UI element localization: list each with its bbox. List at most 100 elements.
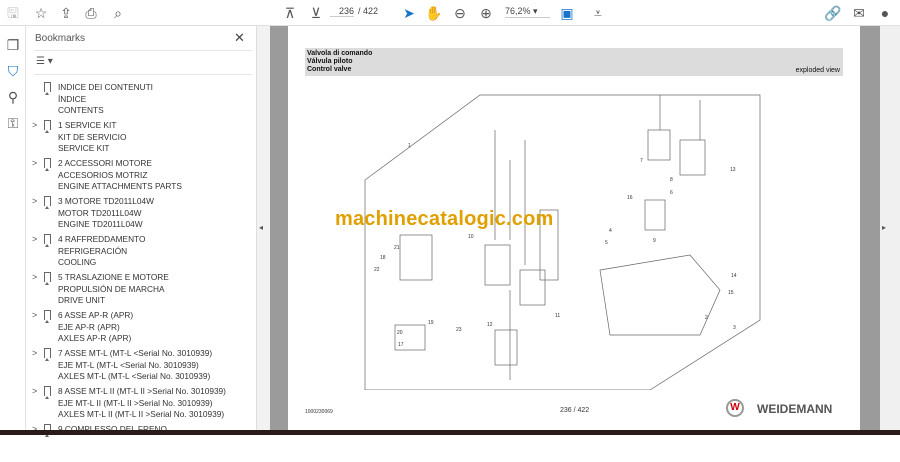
attachments-icon[interactable]: ⚲	[4, 88, 22, 106]
bookmark-flag-icon	[44, 386, 51, 399]
bookmark-item[interactable]: >4 RAFFREDDAMENTO REFRIGERACIÓN COOLING	[26, 234, 248, 272]
bookmark-list: INDICE DEI CONTENUTI ÍNDICE CONTENTS >1 SER…	[26, 82, 248, 462]
part-number: 21	[394, 245, 400, 251]
bookmark-flag-icon	[44, 234, 51, 247]
chevron-right-icon[interactable]: >	[32, 386, 37, 396]
zoom-value: 76,2%	[505, 6, 531, 16]
bookmark-item[interactable]: >3 MOTORE TD2011L04W MOTOR TD2011L04W ENGI…	[26, 196, 248, 234]
part-number: 10	[468, 234, 474, 240]
header-english: Control valve	[307, 66, 352, 73]
chevron-right-icon[interactable]: >	[32, 348, 37, 358]
expand-right-panel-icon[interactable]: ▸	[882, 223, 886, 232]
bookmark-label: KIT DE SERVICIO	[58, 131, 127, 142]
brand-name: WEIDEMANN	[757, 402, 833, 416]
chevron-right-icon[interactable]: >	[32, 310, 37, 320]
bookmark-label: 6 ASSE AP-R (APR)	[58, 310, 134, 320]
part-number: 18	[380, 255, 386, 261]
bookmark-label: PROPULSIÓN DE MARCHA	[58, 283, 165, 294]
bookmark-flag-icon	[44, 158, 51, 171]
bookmark-label: 7 ASSE MT-L (MT-L <Serial No. 3010939)	[58, 348, 213, 358]
header-spanish: Válvula piloto	[307, 58, 353, 65]
save-icon[interactable]: 🖫	[4, 4, 22, 22]
chevron-right-icon[interactable]: >	[32, 272, 37, 282]
upload-cloud-icon[interactable]: ⇪	[57, 4, 75, 22]
bookmark-flag-icon	[44, 272, 51, 285]
page-header: Valvola di comando Válvula piloto Contro…	[305, 48, 843, 76]
bookmark-label: ÍNDICE	[58, 93, 87, 104]
part-number: 4	[609, 228, 612, 234]
exploded-view-drawing	[364, 94, 761, 390]
bookmark-label: ACCESORIOS MOTRIZ	[58, 169, 148, 180]
zoom-in-icon[interactable]: ⊕	[477, 4, 495, 22]
bookmark-label: INDICE DEI CONTENUTI	[58, 82, 153, 92]
bookmark-label: 1 SERVICE KIT	[58, 120, 117, 130]
bookmark-item[interactable]: >7 ASSE MT-L (MT-L <Serial No. 3010939) E…	[26, 348, 248, 386]
bookmark-flag-icon	[44, 310, 51, 323]
page-fit-icon[interactable]: ▣	[558, 4, 576, 22]
bookmarks-icon[interactable]: ⛉	[4, 62, 22, 80]
part-number: 17	[398, 342, 404, 348]
chevron-right-icon[interactable]: >	[32, 158, 37, 168]
search-icon[interactable]: ⌕	[109, 4, 127, 22]
bookmark-label: EJE MT-L (MT-L <Serial No. 3010939)	[58, 359, 199, 370]
next-page-icon[interactable]: ⊻	[307, 4, 325, 22]
part-number: 19	[428, 320, 434, 326]
bookmark-star-icon[interactable]: ☆	[32, 4, 50, 22]
bookmark-label: SERVICE KIT	[58, 143, 110, 154]
bookmark-flag-icon	[44, 196, 51, 209]
bookmark-item[interactable]: >8 ASSE MT-L II (MT-L II >Serial No. 301…	[26, 386, 248, 424]
previous-page-icon[interactable]: ⊼	[281, 4, 299, 22]
hand-tool-icon[interactable]: ✋	[425, 4, 443, 22]
part-number: 7	[640, 158, 643, 164]
bookmark-item[interactable]: >6 ASSE AP-R (APR) EJE AP-R (APR) AXLES AP…	[26, 310, 248, 348]
security-lock-icon[interactable]: ⚿	[4, 114, 22, 132]
page-gutter	[860, 26, 880, 430]
part-number: 2	[705, 315, 708, 321]
print-icon[interactable]: ⎙	[82, 4, 100, 22]
select-cursor-icon[interactable]: ➤	[400, 4, 418, 22]
chevron-right-icon[interactable]: >	[32, 120, 37, 130]
panel-title: Bookmarks	[35, 33, 86, 44]
bookmark-label: CONTENTS	[58, 105, 104, 116]
bookmark-label: 8 ASSE MT-L II (MT-L II >Serial No. 3010…	[58, 386, 226, 396]
part-number: 20	[397, 330, 403, 336]
part-number: 11	[555, 313, 561, 319]
divider	[34, 74, 252, 75]
bookmark-label: ENGINE TD2011L04W	[58, 219, 143, 230]
bookmark-label: AXLES AP-R (APR)	[58, 333, 132, 344]
page-number-input[interactable]: 236	[330, 6, 354, 17]
scroll-mode-icon[interactable]: ⩡	[589, 4, 607, 22]
bookmark-item[interactable]: >5 TRASLAZIONE E MOTORE PROPULSIÓN DE MAR…	[26, 272, 248, 310]
part-number: 16	[627, 195, 633, 201]
bookmark-label: COOLING	[58, 257, 97, 268]
share-link-icon[interactable]: 🔗	[824, 4, 842, 22]
footer-page-number: 236 / 422	[560, 407, 590, 414]
account-icon[interactable]: ●	[876, 4, 894, 22]
toolbar: 🖫 ☆ ⇪ ⎙ ⌕ ⊼ ⊻ 236 / 422 ➤ ✋ ⊖ ⊕ 76,2% ▾ …	[0, 0, 900, 26]
bookmark-options-button[interactable]: ☰ ▾	[36, 56, 53, 67]
chevron-right-icon[interactable]: >	[32, 234, 37, 244]
email-icon[interactable]: ✉	[850, 4, 868, 22]
zoom-out-icon[interactable]: ⊖	[451, 4, 469, 22]
bookmark-label: EJE AP-R (APR)	[58, 321, 120, 332]
zoom-select[interactable]: 76,2% ▾	[505, 6, 550, 18]
header-italian: Valvola di comando	[307, 50, 373, 57]
close-icon[interactable]: ✕	[234, 30, 245, 46]
watermark: machinecatalogic.com	[335, 208, 554, 230]
view-label: exploded view	[795, 67, 840, 74]
bookmark-item[interactable]: >1 SERVICE KIT KIT DE SERVICIO SERVICE KIT	[26, 120, 248, 158]
footer-code: 1000230069	[305, 409, 333, 415]
bookmark-item[interactable]: >2 ACCESSORI MOTORE ACCESORIOS MOTRIZ ENGI…	[26, 158, 248, 196]
bookmark-label: AXLES MT-L II (MT-L II >Serial No. 30109…	[58, 409, 225, 420]
bookmark-item[interactable]: INDICE DEI CONTENUTI ÍNDICE CONTENTS	[26, 82, 248, 120]
bookmark-flag-icon	[44, 82, 51, 95]
collapse-panel-icon[interactable]: ◂	[259, 223, 263, 232]
page-total: / 422	[358, 6, 379, 16]
bookmark-label: DRIVE UNIT	[58, 295, 106, 306]
page-thumbnails-icon[interactable]: ❐	[4, 36, 22, 54]
weidemann-logo: W	[726, 399, 744, 417]
chevron-right-icon[interactable]: >	[32, 196, 37, 206]
part-number: 5	[605, 240, 608, 246]
part-number: 8	[670, 177, 673, 183]
bookmark-flag-icon	[44, 348, 51, 361]
